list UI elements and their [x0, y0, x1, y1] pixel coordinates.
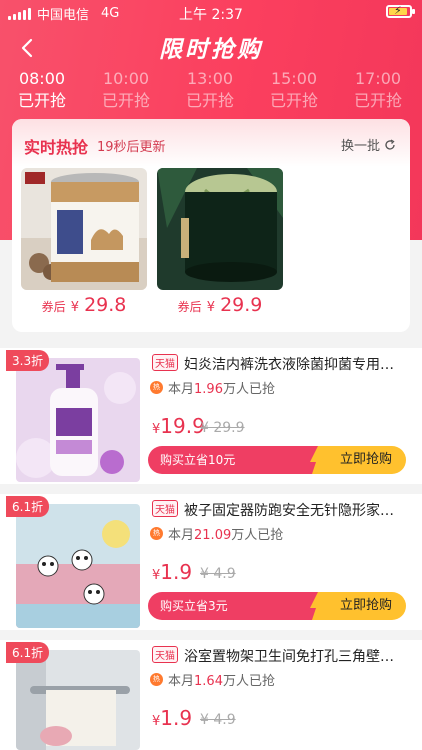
buy-button[interactable]: 购买立省10元 立即抢购 [148, 446, 406, 474]
eye-mask-image [157, 168, 283, 290]
tmall-badge: 天猫 [152, 646, 178, 663]
product-title-text: 妇炎洁内裤洗衣液除菌抑菌专用内裤清洗剂 [184, 357, 400, 373]
discount-badge: 6.1折 [6, 496, 50, 517]
tab-1700[interactable]: 17:00 已开抢 [336, 68, 420, 112]
refresh-icon [385, 138, 395, 150]
price: ¥1.9 [152, 560, 193, 584]
tab-0800[interactable]: 08:00 已开抢 [0, 68, 84, 112]
tab-1000[interactable]: 10:00 已开抢 [84, 68, 168, 112]
swap-label: 换一批 [340, 139, 380, 154]
hot-price: 29.8 [84, 294, 127, 316]
page-title: 限时抢购 [159, 37, 263, 63]
fire-icon: 热 [150, 673, 163, 686]
product-item[interactable]: 6.1折 天猫浴室置物架卫生间免打孔三角壁挂收纳架 热 本月1.64万人已抢 ¥… [0, 640, 422, 750]
status-bar: 中国电信 4G 上午 2:37 ⚡ [0, 0, 422, 24]
time-tabs: 08:00 已开抢 10:00 已开抢 13:00 已开抢 15:00 已开抢 … [0, 68, 422, 114]
tab-time: 08:00 [18, 69, 66, 88]
product-title-text: 浴室置物架卫生间免打孔三角壁挂收纳架 [184, 649, 400, 665]
tab-1300[interactable]: 13:00 已开抢 [168, 68, 252, 112]
sold-info: 热 本月1.96万人已抢 [150, 378, 275, 397]
tab-status: 已开抢 [101, 91, 150, 110]
lightning-icon [306, 446, 324, 474]
tab-time: 17:00 [354, 69, 402, 88]
product-item[interactable]: 3.3折 天猫妇炎洁内裤洗衣液除菌抑菌专用内裤清洗剂 热 本月1.96万人已抢 … [0, 348, 422, 484]
sold-info: 热 本月1.64万人已抢 [150, 670, 275, 689]
original-price: ¥ 29.9 [200, 420, 245, 436]
tab-time: 15:00 [270, 69, 318, 88]
fire-icon: 热 [150, 381, 163, 394]
original-price: ¥ 4.9 [200, 712, 236, 728]
clock: 上午 2:37 [179, 7, 243, 23]
save-label: 购买立省3元 [148, 592, 313, 620]
buy-button[interactable]: 购买立省3元 立即抢购 [148, 592, 406, 620]
price: ¥1.9 [152, 706, 193, 730]
product-image [16, 358, 140, 482]
fire-icon: 热 [150, 527, 163, 540]
product-title: 天猫被子固定器防跑安全无针隐形家用被角固定 [152, 500, 400, 520]
hot-title: 实时热抢 [24, 138, 89, 157]
lightning-icon [306, 592, 324, 620]
product-image [16, 650, 140, 750]
tab-status: 已开抢 [269, 91, 318, 110]
tmall-badge: 天猫 [152, 354, 178, 371]
coupon-label: 券后 [177, 300, 202, 314]
discount-badge: 3.3折 [6, 350, 50, 371]
product-image [16, 504, 140, 628]
tab-time: 13:00 [186, 69, 234, 88]
discount-badge: 6.1折 [6, 642, 50, 663]
hot-subtitle: 19秒后更新 [97, 140, 166, 155]
hot-item[interactable]: 券后 ¥ 29.9 [157, 168, 283, 316]
currency: ¥ [206, 300, 215, 315]
original-price: ¥ 4.9 [200, 566, 236, 582]
product-title-text: 被子固定器防跑安全无针隐形家用被角固定 [184, 503, 400, 519]
battery-icon: ⚡ [386, 4, 415, 18]
tab-status: 已开抢 [17, 91, 66, 110]
product-title: 天猫妇炎洁内裤洗衣液除菌抑菌专用内裤清洗剂 [152, 354, 400, 374]
product-item[interactable]: 6.1折 天猫被子固定器防跑安全无针隐形家用被角固定 热 本月21.09万人已抢… [0, 494, 422, 630]
swap-button[interactable]: 换一批 [341, 135, 396, 154]
save-label: 购买立省10元 [148, 446, 313, 474]
tab-status: 已开抢 [353, 91, 402, 110]
tmall-badge: 天猫 [152, 500, 178, 517]
hot-item[interactable]: 券后 ¥ 29.8 [21, 168, 147, 316]
hot-price: 29.9 [220, 294, 263, 316]
tab-1500[interactable]: 15:00 已开抢 [252, 68, 336, 112]
price: ¥19.9 [152, 414, 205, 438]
tab-status: 已开抢 [185, 91, 234, 110]
milk-powder-image [21, 168, 147, 290]
hot-deals-card: 实时热抢 19秒后更新 换一批 券后 ¥ 29.8 券后 ¥ 29.9 [12, 119, 410, 332]
currency: ¥ [70, 300, 79, 315]
tab-time: 10:00 [102, 69, 150, 88]
product-title: 天猫浴室置物架卫生间免打孔三角壁挂收纳架 [152, 646, 400, 666]
sold-info: 热 本月21.09万人已抢 [150, 524, 283, 543]
coupon-label: 券后 [41, 300, 66, 314]
